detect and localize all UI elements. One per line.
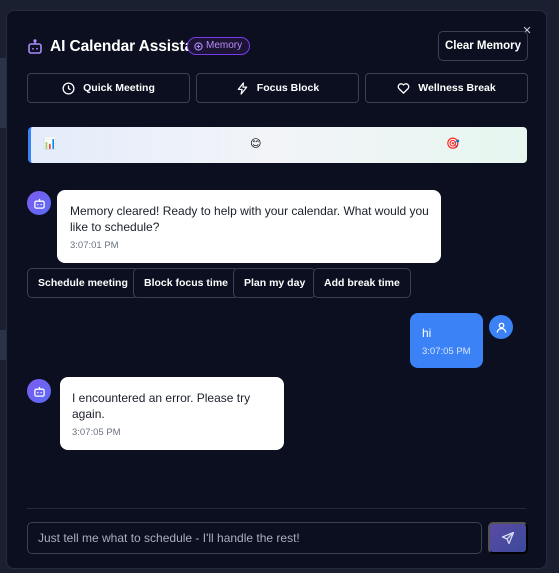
bot-icon bbox=[33, 198, 45, 209]
send-button[interactable] bbox=[488, 522, 528, 554]
wellness-break-button[interactable]: Wellness Break bbox=[365, 73, 528, 103]
focus-block-button[interactable]: Focus Block bbox=[196, 73, 359, 103]
memory-badge-label: Memory bbox=[206, 40, 243, 51]
heart-icon bbox=[397, 82, 410, 94]
quick-actions: Quick Meeting Focus Block Wellness Break bbox=[27, 73, 528, 103]
message-text: hi bbox=[422, 326, 432, 340]
clear-memory-button[interactable]: Clear Memory bbox=[438, 31, 528, 61]
modal-header: AI Calendar Assistant Memory Clear Memor… bbox=[27, 31, 528, 64]
page-title: AI Calendar Assistant bbox=[50, 38, 208, 55]
clock-icon bbox=[62, 81, 75, 95]
message-text: Memory cleared! Ready to help with your … bbox=[70, 204, 429, 234]
divider bbox=[27, 508, 526, 509]
suggestion-add-break-time[interactable]: Add break time bbox=[313, 268, 411, 298]
user-icon bbox=[496, 322, 506, 333]
user-avatar bbox=[489, 315, 513, 339]
memory-badge: Memory bbox=[187, 37, 251, 55]
user-message: hi 3:07:05 PM bbox=[410, 313, 483, 368]
suggestion-block-focus-time[interactable]: Block focus time bbox=[133, 268, 240, 298]
suggestion-schedule-meeting[interactable]: Schedule meeting bbox=[27, 268, 139, 298]
lightning-icon bbox=[237, 81, 248, 95]
message-input[interactable] bbox=[27, 522, 482, 554]
suggestion-plan-my-day[interactable]: Plan my day bbox=[233, 268, 317, 298]
bot-icon bbox=[33, 386, 45, 397]
message-time: 3:07:05 PM bbox=[422, 346, 471, 357]
wellness-break-label: Wellness Break bbox=[418, 82, 496, 94]
message-time: 3:07:05 PM bbox=[72, 427, 121, 438]
bot-icon bbox=[28, 39, 42, 54]
insights-banner: 📊 😊 🎯 bbox=[28, 127, 527, 163]
assistant-avatar bbox=[27, 379, 51, 403]
assistant-message: Memory cleared! Ready to help with your … bbox=[57, 190, 441, 263]
smile-emoji-icon: 😊 bbox=[250, 138, 262, 150]
message-time: 3:07:01 PM bbox=[70, 240, 119, 251]
quick-meeting-label: Quick Meeting bbox=[83, 82, 155, 94]
assistant-modal: × AI Calendar Assistant Memory Clear Mem… bbox=[6, 10, 547, 569]
chart-emoji-icon: 📊 bbox=[43, 138, 57, 150]
send-icon bbox=[501, 531, 515, 545]
quick-meeting-button[interactable]: Quick Meeting bbox=[27, 73, 190, 103]
focus-block-label: Focus Block bbox=[256, 82, 320, 94]
message-text: I encountered an error. Please try again… bbox=[72, 391, 251, 421]
memory-icon bbox=[194, 41, 203, 51]
target-emoji-icon: 🎯 bbox=[446, 138, 460, 150]
assistant-avatar bbox=[27, 191, 51, 215]
assistant-message: I encountered an error. Please try again… bbox=[60, 377, 284, 450]
